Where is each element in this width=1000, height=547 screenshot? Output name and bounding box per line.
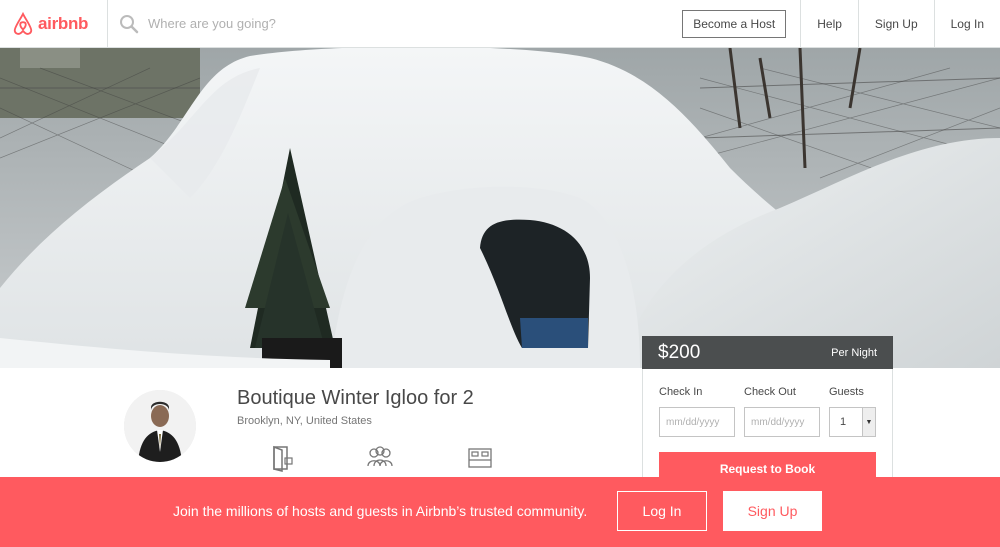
check-in-input[interactable]: [659, 407, 735, 437]
help-link[interactable]: Help: [800, 0, 858, 47]
host-avatar[interactable]: [124, 390, 196, 462]
banner-text: Join the millions of hosts and guests in…: [173, 503, 588, 519]
price-bar: $200 Per Night: [642, 336, 893, 369]
become-host-wrap: Become a Host: [682, 0, 800, 47]
search-input[interactable]: [148, 16, 448, 31]
logo-text: airbnb: [38, 13, 89, 33]
nightly-price: $200: [658, 341, 701, 363]
log-in-link[interactable]: Log In: [933, 0, 1000, 47]
check-in-label: Check In: [659, 386, 703, 398]
host-avatar-icon: [124, 390, 196, 462]
guests-icon: [367, 446, 393, 467]
airbnb-logo-icon: [13, 11, 33, 35]
listing-title: Boutique Winter Igloo for 2: [237, 387, 474, 409]
signup-banner: Join the millions of hosts and guests in…: [0, 477, 1000, 547]
door-icon: [273, 445, 293, 472]
check-out-label: Check Out: [744, 386, 796, 398]
bed-icon: [468, 448, 492, 468]
check-out-input[interactable]: [744, 407, 820, 437]
hero-photo: [0, 48, 1000, 368]
igloo-illustration: [0, 48, 1000, 368]
airbnb-logo[interactable]: airbnb: [0, 0, 108, 47]
top-nav: airbnb Become a Host Help Sign Up Log In: [0, 0, 1000, 48]
sign-up-link[interactable]: Sign Up: [857, 0, 934, 47]
banner-log-in-button[interactable]: Log In: [617, 491, 707, 531]
search-bar: [108, 0, 682, 47]
search-icon: [120, 14, 139, 33]
become-host-button[interactable]: Become a Host: [682, 9, 787, 38]
chevron-down-icon[interactable]: ▼: [862, 408, 875, 436]
per-night-label: Per Night: [831, 346, 877, 359]
guests-value: 1: [840, 416, 847, 428]
guests-select[interactable]: 1 ▼: [829, 407, 876, 437]
guests-label: Guests: [829, 386, 864, 398]
banner-sign-up-button[interactable]: Sign Up: [723, 491, 822, 531]
listing-location: Brooklyn, NY, United States: [237, 415, 372, 427]
